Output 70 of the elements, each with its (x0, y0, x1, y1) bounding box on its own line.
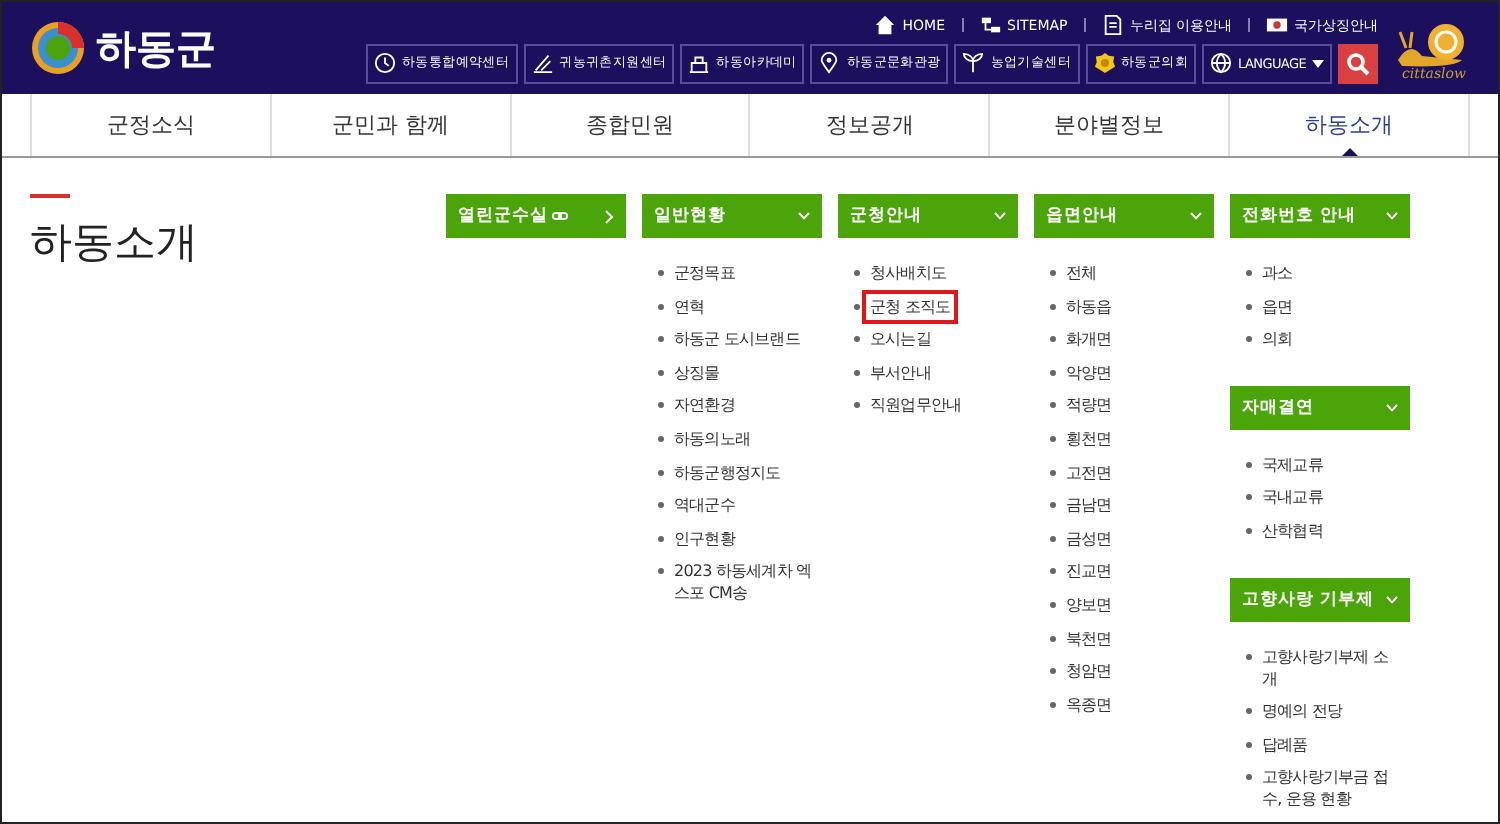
menu-link[interactable]: 횡천면 (1058, 421, 1120, 456)
menu-link[interactable]: 하동군행정지도 (666, 455, 789, 490)
page-title: 하동소개 (30, 216, 200, 270)
menu-link[interactable]: 자연환경 (666, 388, 743, 423)
sprout-icon (962, 52, 985, 74)
chevron-down-icon (994, 212, 1006, 220)
nav-tab[interactable]: 군민과 함께 (269, 94, 510, 156)
menu-link[interactable]: 금남면 (1058, 488, 1120, 523)
menu-link[interactable]: 하동의노래 (666, 421, 759, 456)
menu-link[interactable]: 직원업무안내 (862, 388, 970, 423)
chevron-down-icon (1386, 595, 1398, 604)
logo-text[interactable]: 하동군 (96, 21, 216, 75)
nav-tab[interactable]: 군정소식 (30, 94, 270, 156)
menu-link[interactable]: 옥종면 (1058, 687, 1120, 722)
menu-link[interactable]: 군청 조직도 (862, 289, 959, 324)
nav-tab[interactable]: 정보공개 (748, 94, 989, 156)
menu-link[interactable]: 하동읍 (1058, 289, 1120, 324)
menu-link[interactable]: 고전면 (1058, 455, 1120, 490)
menu-link[interactable]: 명예의 전당 (1254, 694, 1351, 729)
chevron-down-icon (1190, 212, 1202, 220)
menu-link[interactable]: 청사배치도 (862, 256, 955, 290)
building-icon (688, 52, 711, 74)
globe-icon (1210, 52, 1233, 74)
menu-link[interactable]: 양보면 (1058, 587, 1120, 622)
flag-icon (1266, 14, 1288, 36)
menu-link[interactable]: 진교면 (1058, 554, 1120, 589)
menu-link[interactable]: 인구현황 (666, 521, 743, 556)
chevron-down-icon (798, 212, 810, 220)
search-button[interactable] (1338, 43, 1378, 83)
location-pin-icon (818, 52, 841, 74)
menu-link[interactable]: 읍면 (1254, 289, 1301, 324)
menu-link[interactable]: 답례품 (1254, 727, 1316, 762)
menu-link[interactable]: 오시는길 (862, 322, 939, 357)
menu-link[interactable]: 적량면 (1058, 388, 1120, 423)
nav-tab[interactable]: 분야별정보 (988, 94, 1229, 156)
emblem-icon (1093, 52, 1116, 74)
menu-link[interactable]: 국내교류 (1254, 480, 1331, 515)
nav-tab[interactable]: 종합민원 (509, 94, 749, 156)
menu-link[interactable]: 고향사랑기부제 소개 (1254, 639, 1410, 696)
chevron-right-icon (604, 209, 614, 223)
menu-link[interactable]: 국제교류 (1254, 447, 1331, 482)
caret-icon (1312, 59, 1324, 67)
sitemap-icon (979, 14, 1001, 36)
chevron-down-icon (1386, 212, 1398, 220)
menu-link[interactable]: 부서안내 (862, 355, 939, 390)
menu-link[interactable]: 화개면 (1058, 322, 1120, 357)
menu-link[interactable]: 산학협력 (1254, 513, 1331, 548)
menu-link[interactable]: 하동군 도시브랜드 (666, 322, 808, 357)
menu-link[interactable]: 의회 (1254, 322, 1301, 357)
menu-link[interactable]: 고향사랑기부금 접수, 운용 현황 (1254, 760, 1410, 817)
menu-link[interactable]: 역대군수 (666, 488, 743, 523)
menu-link[interactable]: 2023 하동세계차 엑스포 CM송 (666, 554, 822, 611)
logo-emblem-icon (30, 20, 86, 76)
menu-link[interactable]: 금성면 (1058, 521, 1120, 556)
menu-link[interactable]: 상징물 (666, 355, 728, 390)
search-icon (1346, 51, 1370, 75)
tool-icon (531, 52, 554, 74)
nav-tab[interactable]: 하동소개 (1228, 94, 1470, 156)
home-icon (874, 14, 897, 36)
link-icon (552, 210, 568, 222)
clock-icon (374, 52, 396, 74)
chevron-down-icon (1386, 403, 1398, 412)
menu-link[interactable]: 연혁 (666, 289, 713, 324)
menu-link[interactable]: 군정목표 (666, 256, 743, 290)
menu-link[interactable]: 청암면 (1058, 654, 1120, 689)
document-icon (1101, 14, 1124, 36)
menu-link[interactable]: 과소 (1254, 256, 1301, 290)
menu-link[interactable]: 악양면 (1058, 355, 1120, 390)
menu-link[interactable]: 전체 (1058, 256, 1105, 290)
menu-link[interactable]: 북천면 (1058, 621, 1120, 656)
